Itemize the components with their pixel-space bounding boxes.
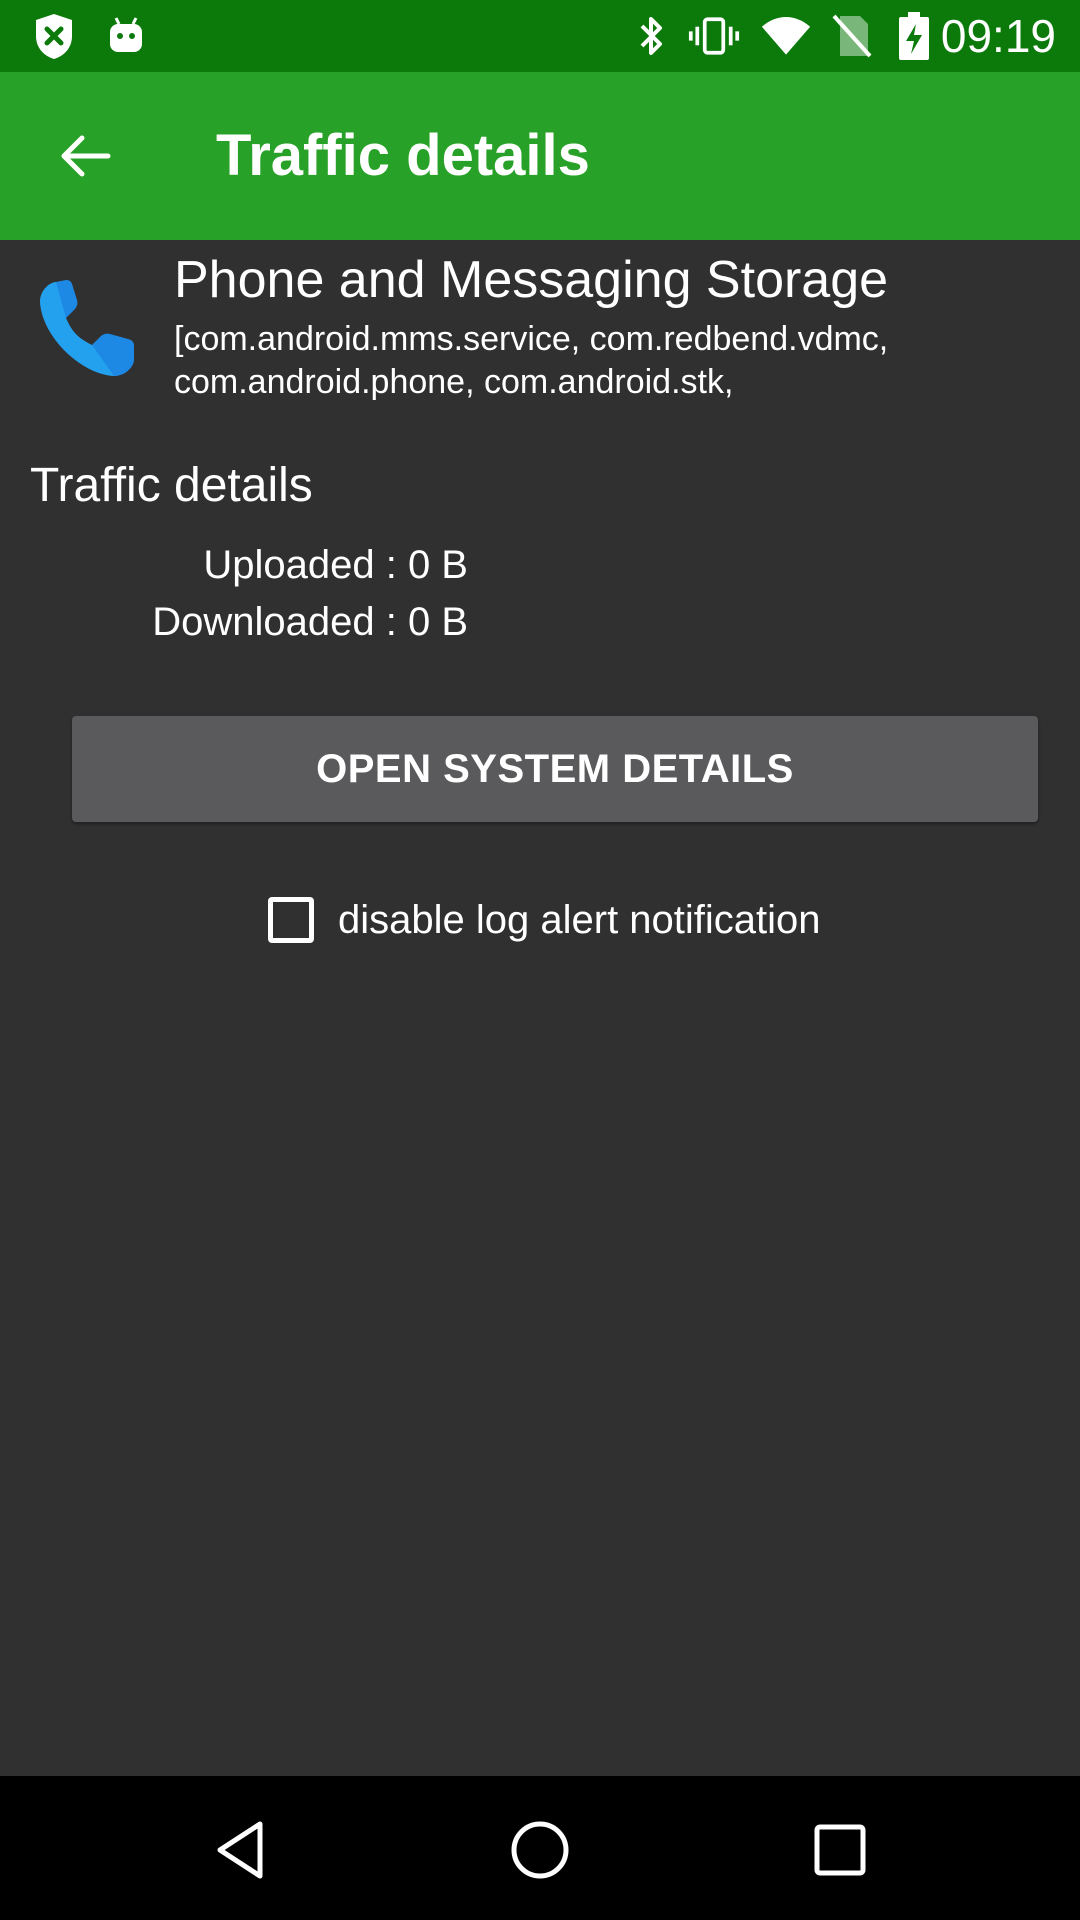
downloaded-value: Downloaded : 0 B xyxy=(152,600,468,644)
no-sim-icon xyxy=(826,10,878,62)
phone-icon xyxy=(36,276,140,380)
app-name: Phone and Messaging Storage xyxy=(174,251,889,309)
bluetooth-icon xyxy=(626,10,678,62)
arrow-left-icon[interactable] xyxy=(44,116,124,196)
home-circle-icon[interactable] xyxy=(490,1800,590,1900)
shield-x-icon xyxy=(28,10,80,62)
back-triangle-icon[interactable] xyxy=(190,1800,290,1900)
app-packages: [com.android.mms.service, com.redbend.vd… xyxy=(174,320,889,401)
page-title: Traffic details xyxy=(216,123,590,188)
status-bar: 09:19 xyxy=(0,0,1080,72)
toolbar: Traffic details xyxy=(0,72,1080,240)
recents-square-icon[interactable] xyxy=(790,1800,890,1900)
traffic-heading: Traffic details xyxy=(30,459,313,512)
android-icon xyxy=(100,10,152,62)
navigation-bar xyxy=(0,1776,1080,1920)
disable-log-alert-checkbox[interactable] xyxy=(268,897,314,943)
open-system-details-button[interactable]: OPEN SYSTEM DETAILS xyxy=(72,716,1038,822)
wifi-icon xyxy=(760,10,812,62)
disable-log-alert-label: disable log alert notification xyxy=(338,898,821,942)
status-time: 09:19 xyxy=(940,10,1056,62)
uploaded-value: Uploaded : 0 B xyxy=(203,543,468,587)
vibrate-icon xyxy=(688,10,740,62)
battery-charging-icon xyxy=(888,10,940,62)
disable-log-alert-row[interactable]: disable log alert notification xyxy=(268,892,821,948)
